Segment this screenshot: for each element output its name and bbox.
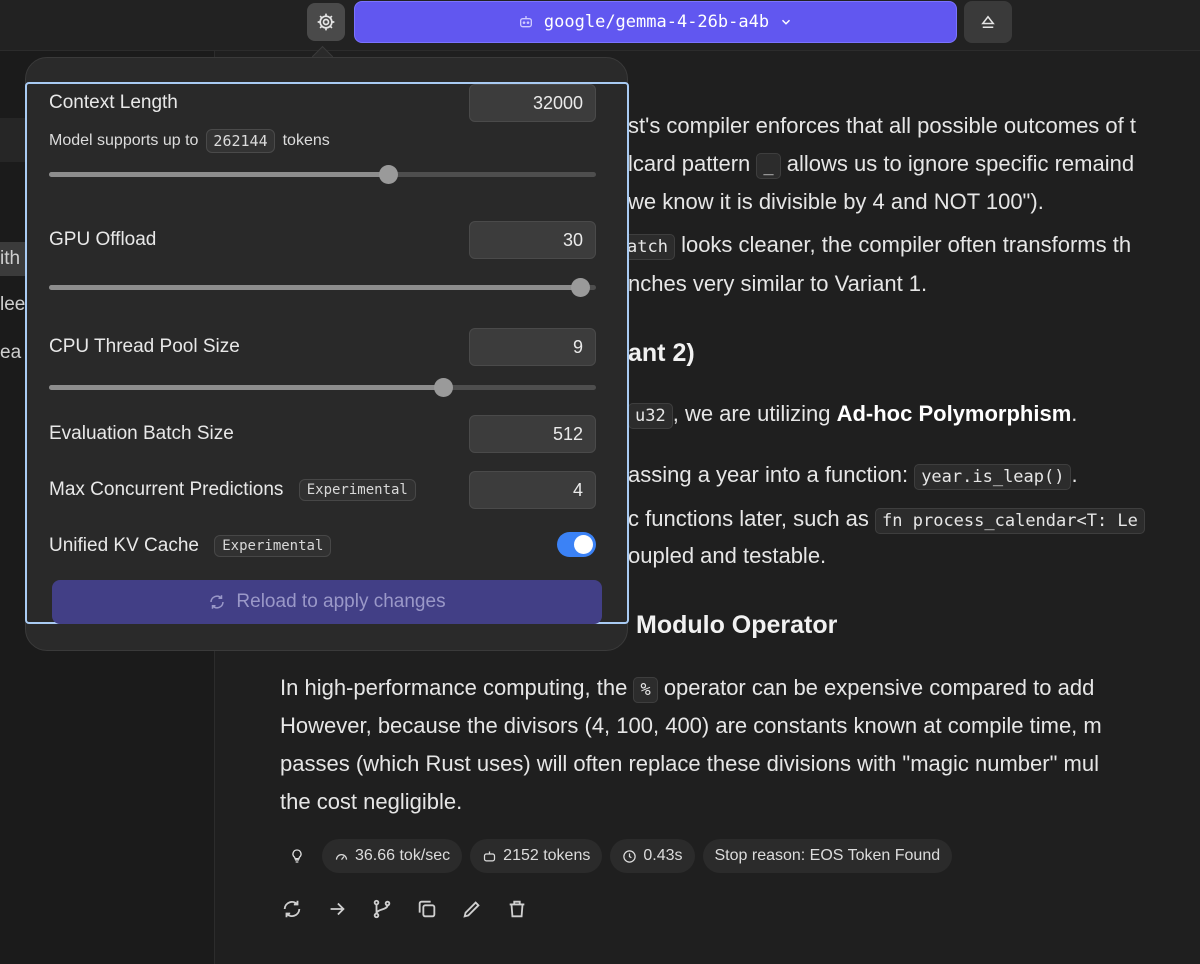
regenerate-button[interactable] — [279, 896, 304, 921]
copy-button[interactable] — [414, 896, 439, 921]
cpu-thread-pool-input[interactable]: 9 — [469, 328, 596, 366]
cpu-thread-pool-label: CPU Thread Pool Size — [49, 336, 240, 357]
delete-button[interactable] — [504, 896, 529, 921]
paragraph-line: st's compiler enforces that all possible… — [628, 113, 1136, 138]
sidebar-item[interactable]: lee — [0, 294, 25, 316]
sidebar-item[interactable]: ea — [0, 342, 21, 364]
section-heading: ant 2) — [628, 339, 695, 367]
paragraph-line: nches very similar to Variant 1. — [628, 271, 928, 296]
robot-icon — [484, 851, 496, 861]
paragraph-line: oupled and testable. — [628, 543, 827, 568]
slider-thumb[interactable] — [379, 165, 399, 184]
regenerate-icon — [283, 900, 300, 917]
model-selector-button[interactable]: google/gemma-4-26b-a4b — [354, 1, 957, 43]
branch-button[interactable] — [369, 896, 394, 921]
gpu-offload-label: GPU Offload — [49, 229, 157, 250]
unified-kv-cache-label: Unified KV Cache Experimental — [49, 535, 332, 557]
inline-code: fn process_calendar<T: Le — [875, 508, 1145, 534]
delete-trash-icon — [509, 900, 524, 917]
eject-model-button[interactable] — [964, 1, 1012, 43]
inline-code: % — [633, 677, 658, 703]
model-supports-note: Model supports up to 262144 tokens — [49, 129, 330, 153]
paragraph-line: assing a year into a function: year.is_l… — [628, 462, 1078, 490]
inline-code: u32 — [628, 403, 673, 429]
section-heading: Modulo Operator — [636, 611, 838, 639]
paragraph-line: u32, we are utilizing Ad-hoc Polymorphis… — [628, 401, 1077, 429]
paragraph-line: we know it is divisible by 4 and NOT 100… — [628, 189, 1044, 214]
max-concurrent-label: Max Concurrent Predictions Experimental — [49, 479, 416, 501]
slider-thumb[interactable] — [433, 378, 453, 397]
eval-batch-size-label: Evaluation Batch Size — [49, 423, 234, 444]
reload-apply-button[interactable]: Reload to apply changes — [52, 580, 602, 624]
inline-code: year.is_leap() — [914, 464, 1072, 490]
message-actions — [279, 896, 529, 921]
branch-icon — [373, 899, 390, 918]
slider-fill — [49, 285, 580, 290]
slider-fill — [49, 172, 389, 177]
max-concurrent-input[interactable]: 4 — [469, 471, 596, 509]
insight-button[interactable] — [280, 844, 314, 869]
continue-arrow-icon — [330, 902, 345, 915]
inline-code: _ — [756, 153, 781, 179]
token-count-chip: 2152 tokens — [470, 839, 603, 873]
cpu-thread-pool-slider[interactable] — [49, 378, 596, 397]
generation-stats: 36.66 tok/sec 2152 tokens 0.43s Stop rea… — [280, 839, 953, 873]
settings-button[interactable] — [307, 3, 345, 41]
experimental-badge: Experimental — [214, 535, 332, 557]
paragraph-line: lcard pattern _ allows us to ignore spec… — [628, 151, 1134, 179]
copy-icon — [418, 900, 435, 917]
stop-reason-chip: Stop reason: EOS Token Found — [702, 839, 953, 873]
clock-icon — [623, 849, 637, 863]
edit-button[interactable] — [459, 896, 484, 921]
toggle-knob — [574, 535, 593, 554]
elapsed-time-chip: 0.43s — [610, 839, 695, 873]
reload-icon — [210, 595, 225, 609]
context-length-label: Context Length — [49, 92, 178, 113]
paragraph-line: atch looks cleaner, the compiler often t… — [620, 232, 1131, 260]
context-length-input[interactable]: 32000 — [469, 84, 596, 122]
slider-thumb[interactable] — [570, 278, 590, 297]
chevron-down-icon — [782, 19, 791, 25]
lightbulb-icon — [292, 849, 302, 863]
eject-icon — [981, 15, 995, 28]
gear-icon — [317, 13, 335, 31]
experimental-badge: Experimental — [298, 479, 416, 501]
unified-kv-cache-toggle[interactable] — [557, 532, 596, 557]
speed-chip: 36.66 tok/sec — [322, 839, 463, 873]
sidebar-item[interactable]: ith — [0, 242, 27, 276]
context-length-slider[interactable] — [49, 165, 596, 184]
max-context-value: 262144 — [206, 129, 275, 153]
continue-button[interactable] — [324, 896, 349, 921]
paragraph-line: passes (which Rust uses) will often repl… — [280, 751, 1099, 776]
gpu-offload-input[interactable]: 30 — [469, 221, 596, 259]
edit-pencil-icon — [462, 900, 480, 918]
eval-batch-size-input[interactable]: 512 — [469, 415, 596, 453]
paragraph-line: However, because the divisors (4, 100, 4… — [280, 713, 1102, 738]
paragraph-line: the cost negligible. — [280, 789, 463, 814]
gpu-offload-slider[interactable] — [49, 278, 596, 297]
top-bar: google/gemma-4-26b-a4b — [0, 0, 1200, 51]
paragraph-line: c functions later, such as fn process_ca… — [628, 506, 1145, 534]
robot-icon — [519, 16, 532, 28]
gauge-icon — [335, 853, 348, 860]
slider-fill — [49, 385, 443, 390]
paragraph-line: In high-performance computing, the % ope… — [280, 675, 1094, 703]
model-name: google/gemma-4-26b-a4b — [543, 12, 770, 32]
